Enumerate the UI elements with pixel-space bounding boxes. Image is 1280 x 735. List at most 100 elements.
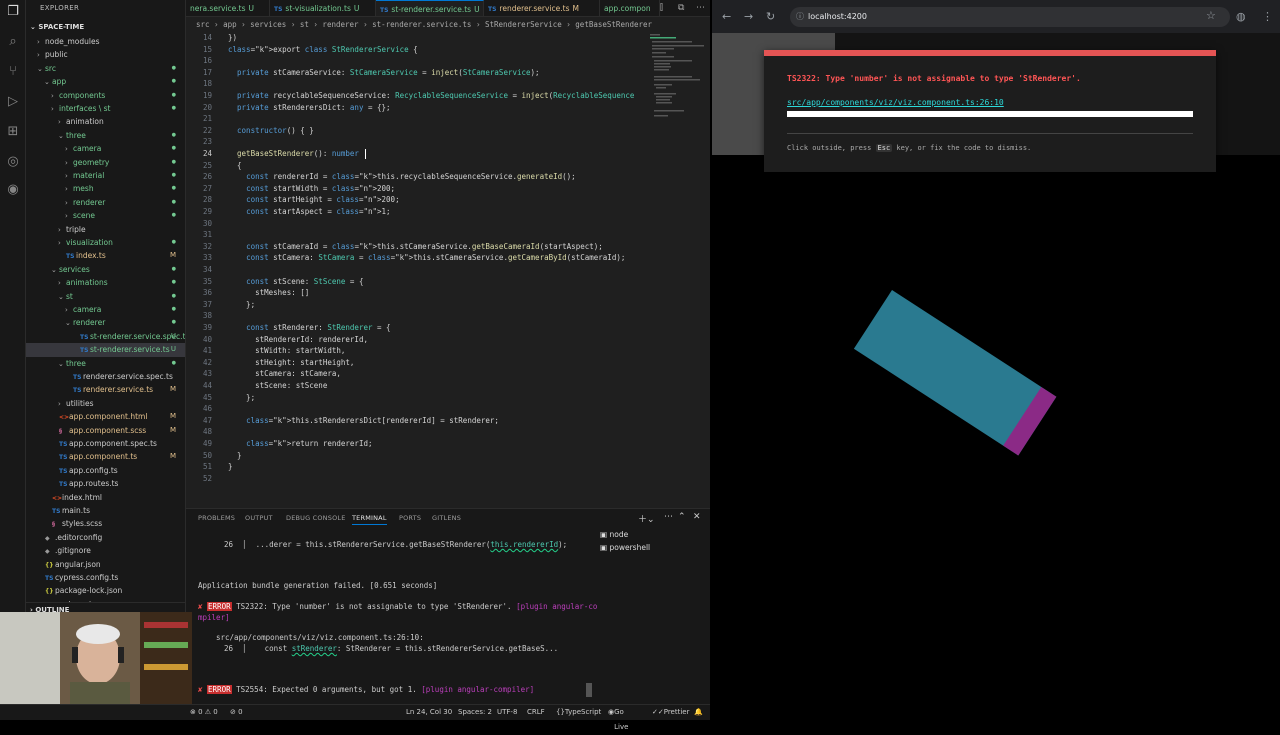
gitlens-icon[interactable]: ◉ bbox=[5, 182, 21, 198]
tree-item[interactable]: TS cypress.config.ts bbox=[26, 571, 185, 584]
remote-explorer-icon[interactable]: ◎ bbox=[5, 154, 21, 170]
code-line[interactable]: constructor() { } bbox=[228, 125, 314, 137]
tree-item[interactable]: ⌄ three ● bbox=[26, 129, 185, 142]
panel-more-icon[interactable]: ⋯ bbox=[664, 512, 673, 522]
tree-item[interactable]: {}package-lock.json bbox=[26, 584, 185, 597]
code-line[interactable]: getBaseStRenderer(): number bbox=[228, 148, 359, 160]
code-line[interactable]: }) bbox=[228, 32, 237, 44]
tree-item[interactable]: › camera ● bbox=[26, 303, 185, 316]
maximize-panel-icon[interactable]: ⌃ bbox=[678, 512, 686, 522]
close-panel-icon[interactable]: ✕ bbox=[693, 512, 701, 522]
code-line[interactable]: { bbox=[228, 160, 242, 172]
back-icon[interactable]: ← bbox=[722, 10, 731, 23]
tree-item[interactable]: ◆ .gitignore bbox=[26, 544, 185, 557]
notifications-icon[interactable]: 🔔 bbox=[694, 705, 703, 720]
tree-item[interactable]: ⌄ st ● bbox=[26, 290, 185, 303]
editor-tab[interactable]: TS st-renderer.service.ts U bbox=[376, 0, 484, 16]
tree-item[interactable]: › components ● bbox=[26, 89, 185, 102]
eol[interactable]: CRLF bbox=[527, 705, 545, 720]
tree-item[interactable]: TS app.config.ts bbox=[26, 464, 185, 477]
indentation[interactable]: Spaces: 2 bbox=[458, 705, 492, 720]
tree-item[interactable]: TS renderer.service.spec.ts bbox=[26, 370, 185, 383]
tree-item[interactable]: TS app.component.ts M bbox=[26, 450, 185, 463]
panel-tab[interactable]: PROBLEMS bbox=[198, 514, 235, 522]
code-line[interactable]: const stCameraId = class="k">this.stCame… bbox=[228, 241, 603, 253]
menu-icon[interactable]: ⋮ bbox=[1262, 10, 1273, 23]
tree-item[interactable]: § app.component.scss M bbox=[26, 424, 185, 437]
panel-tab[interactable]: GITLENS bbox=[432, 514, 461, 522]
code-line[interactable]: stMeshes: [] bbox=[228, 287, 309, 299]
panel-tab[interactable]: DEBUG CONSOLE bbox=[286, 514, 346, 522]
code-line[interactable]: private stCameraService: StCameraService… bbox=[228, 67, 540, 79]
tree-item[interactable]: ⌄ app ● bbox=[26, 75, 185, 88]
tree-item[interactable]: TS app.component.spec.ts bbox=[26, 437, 185, 450]
tree-item[interactable]: ◆ .editorconfig bbox=[26, 531, 185, 544]
code-line[interactable]: class="k">export class StRendererService… bbox=[228, 44, 418, 56]
breadcrumb[interactable]: src › app › services › st › renderer › s… bbox=[186, 17, 710, 32]
code-line[interactable]: stCamera: stCamera, bbox=[228, 368, 341, 380]
code-line[interactable]: private recyclableSequenceService: Recyc… bbox=[228, 90, 634, 102]
tree-item[interactable]: <>index.html bbox=[26, 491, 185, 504]
forward-icon[interactable]: → bbox=[744, 10, 753, 23]
tree-item[interactable]: › node_modules bbox=[26, 35, 185, 48]
code-line[interactable]: stHeight: startHeight, bbox=[228, 357, 354, 369]
tree-item[interactable]: › animations ● bbox=[26, 276, 185, 289]
run-debug-icon[interactable]: ▷ bbox=[5, 94, 21, 110]
bookmark-icon[interactable]: ☆ bbox=[1206, 9, 1216, 22]
explorer-icon[interactable]: ❐ bbox=[5, 4, 21, 20]
tree-item[interactable]: ⌄ renderer ● bbox=[26, 316, 185, 329]
terminal-item-powershell[interactable]: ▣ powershell bbox=[600, 543, 650, 552]
prettier-status[interactable]: ✓✓ Prettier bbox=[652, 705, 689, 720]
panel-tab[interactable]: OUTPUT bbox=[245, 514, 273, 522]
overlay-error-file-link[interactable]: src/app/components/viz/viz.component.ts:… bbox=[787, 98, 1004, 107]
tree-item[interactable]: TS st-renderer.service.spec.ts U bbox=[26, 330, 185, 343]
code-line[interactable]: class="k">this.stRenderersDict[rendererI… bbox=[228, 415, 499, 427]
editor-tab[interactable]: nera.service.ts U bbox=[186, 0, 270, 16]
editor-tab[interactable]: TS st-visualization.ts U bbox=[270, 0, 376, 16]
cursor-position[interactable]: Ln 24, Col 30 bbox=[406, 705, 452, 720]
tree-item[interactable]: › interfaces \ st ● bbox=[26, 102, 185, 115]
tree-item[interactable]: › public bbox=[26, 48, 185, 61]
language-mode[interactable]: {} TypeScript bbox=[556, 705, 601, 720]
tree-item[interactable]: TS app.routes.ts bbox=[26, 477, 185, 490]
code-line[interactable]: } bbox=[228, 450, 242, 462]
code-line[interactable]: const stCamera: StCamera = class="k">thi… bbox=[228, 252, 625, 264]
editor-tab[interactable]: app.compon bbox=[600, 0, 660, 16]
code-line[interactable]: const stRenderer: StRenderer = { bbox=[228, 322, 391, 334]
tree-item[interactable]: TS main.ts bbox=[26, 504, 185, 517]
code-line[interactable]: const rendererId = class="k">this.recycl… bbox=[228, 171, 576, 183]
code-line[interactable]: stScene: stScene bbox=[228, 380, 327, 392]
code-editor[interactable]: 14}) 15 class="k">export class StRendererS… bbox=[186, 32, 710, 508]
workspace-title[interactable]: ⌄ SPACE-TIME bbox=[26, 20, 84, 34]
tree-item[interactable]: § styles.scss bbox=[26, 517, 185, 530]
code-line[interactable]: const startWidth = class="n">200; bbox=[228, 183, 395, 195]
tree-item[interactable]: › utilities bbox=[26, 397, 185, 410]
tree-item[interactable]: TS renderer.service.ts M bbox=[26, 383, 185, 396]
code-line[interactable]: class="k">return rendererId; bbox=[228, 438, 372, 450]
code-line[interactable]: stRendererId: rendererId, bbox=[228, 334, 368, 346]
extensions-icon[interactable]: ⊞ bbox=[5, 124, 21, 140]
code-line[interactable]: stWidth: startWidth, bbox=[228, 345, 345, 357]
go-live-button[interactable]: ◉ Go Live bbox=[608, 705, 628, 731]
toggle-panel-icon[interactable]: ⧉ bbox=[678, 3, 684, 13]
minimap[interactable] bbox=[648, 32, 704, 122]
tree-item[interactable]: › material ● bbox=[26, 169, 185, 182]
code-line[interactable]: const stScene: StScene = { bbox=[228, 276, 363, 288]
terminal-item-node[interactable]: ▣ node bbox=[600, 530, 628, 539]
site-info-icon[interactable]: ⓘ bbox=[796, 7, 804, 27]
tree-item[interactable]: › visualization ● bbox=[26, 236, 185, 249]
ports-count[interactable]: ⊘ 0 bbox=[230, 705, 243, 720]
address-bar[interactable]: ⓘ localhost:4200 bbox=[790, 7, 1230, 27]
tree-item[interactable]: › geometry ● bbox=[26, 156, 185, 169]
panel-tab[interactable]: TERMINAL bbox=[352, 514, 387, 525]
problems-count[interactable]: ⊗ 0 ⚠ 0 bbox=[190, 705, 218, 720]
panel-tab[interactable]: PORTS bbox=[399, 514, 421, 522]
tree-item[interactable]: › renderer ● bbox=[26, 196, 185, 209]
code-line[interactable]: } bbox=[228, 461, 233, 473]
search-icon[interactable]: ⌕ bbox=[5, 34, 21, 50]
tree-item[interactable]: <>app.component.html M bbox=[26, 410, 185, 423]
profile-icon[interactable]: ◍ bbox=[1236, 10, 1246, 23]
more-actions-icon[interactable]: ⋯ bbox=[696, 3, 705, 13]
tree-item[interactable]: › scene ● bbox=[26, 209, 185, 222]
tree-item[interactable]: › animation bbox=[26, 115, 185, 128]
